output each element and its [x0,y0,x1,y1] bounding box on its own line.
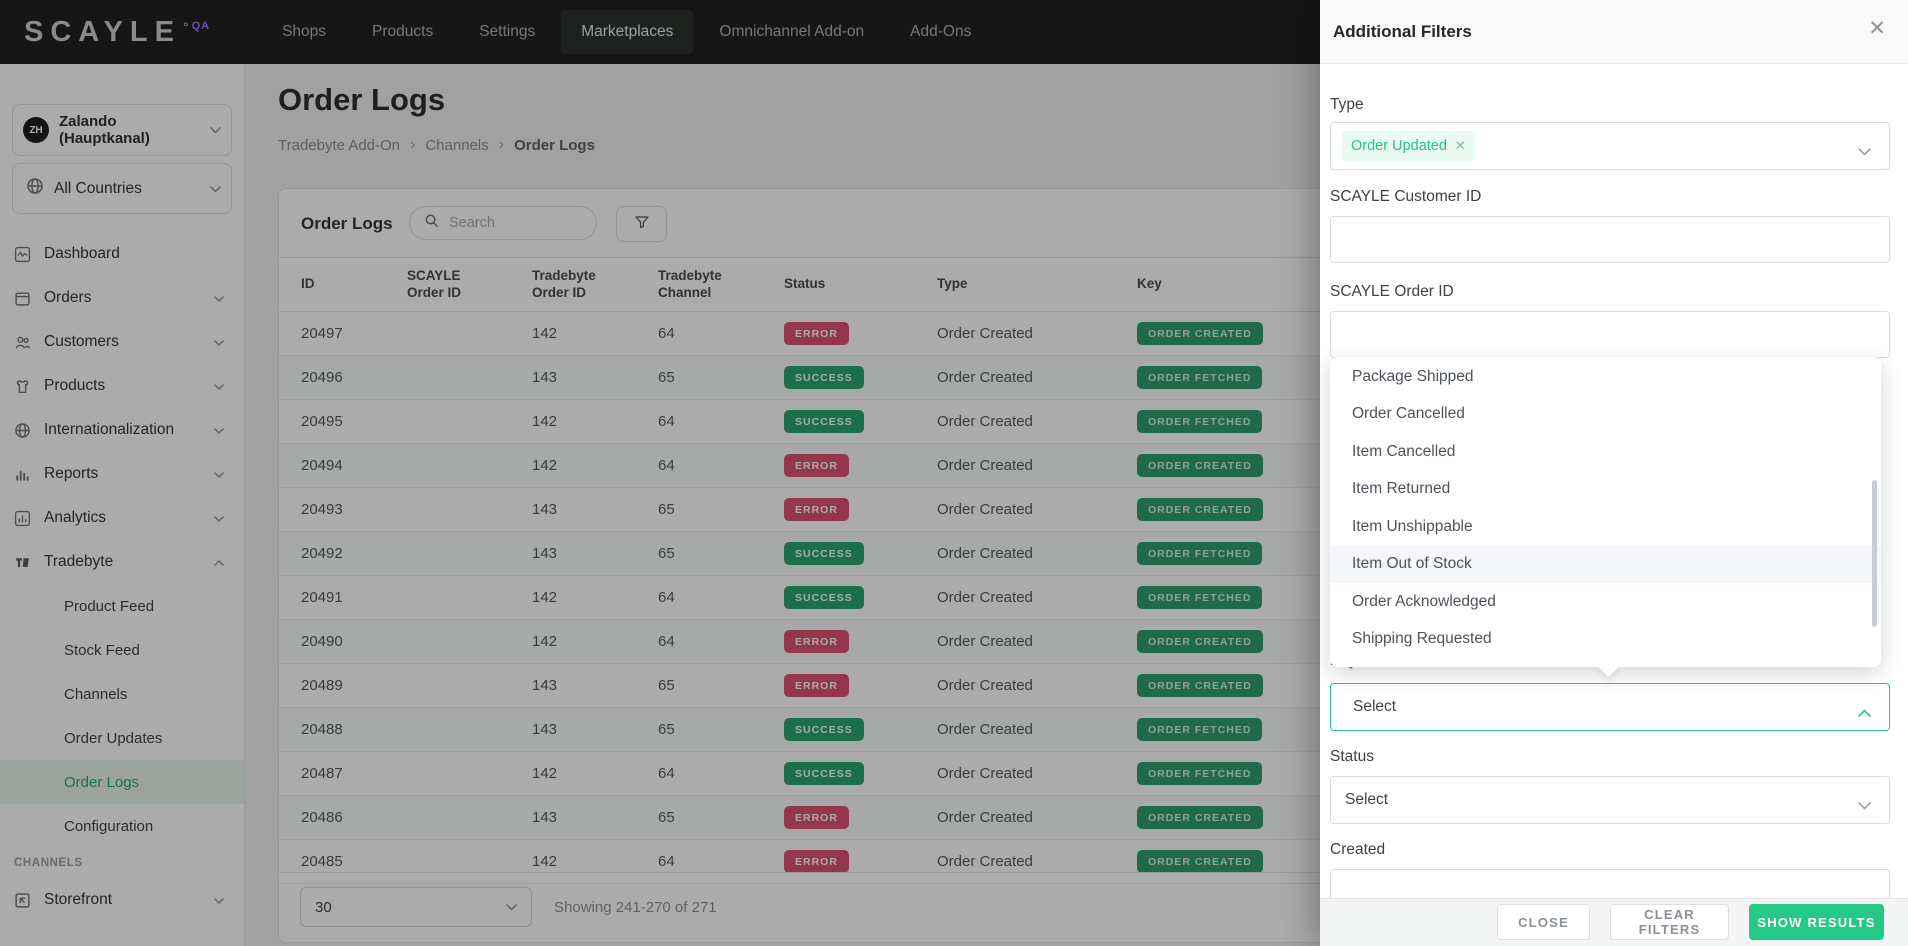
panel-title: Additional Filters [1333,22,1472,42]
customer-id-input[interactable] [1345,217,1862,264]
type-select[interactable]: Order Updated ✕ [1330,122,1890,170]
chip-remove-icon[interactable]: ✕ [1455,138,1466,154]
close-button[interactable]: CLOSE [1497,904,1590,940]
dropdown-option[interactable]: Order Cancelled [1330,396,1881,434]
created-label: Created [1330,841,1385,859]
dropdown-option[interactable]: Item Unshippable [1330,508,1881,546]
chevron-up-icon [1858,704,1871,722]
status-select[interactable]: Select [1330,776,1890,824]
order-id-label: SCAYLE Order ID [1330,283,1454,301]
close-icon[interactable]: ✕ [1868,18,1886,39]
app-root: SCAYLE ° QA Shops Products Settings Mark… [0,0,1908,946]
key-select-placeholder: Select [1353,698,1396,716]
additional-filters-panel: Additional Filters ✕ Type Order Updated … [1320,0,1908,946]
dropdown-scrollbar[interactable] [1872,480,1877,627]
panel-header: Additional Filters ✕ [1320,0,1908,64]
type-chip: Order Updated ✕ [1342,131,1475,161]
key-dropdown-options: Package Shipped Order Cancelled Item Can… [1330,358,1881,658]
dropdown-option[interactable]: Package Shipped [1330,358,1881,396]
show-results-button[interactable]: SHOW RESULTS [1749,904,1884,940]
customer-id-field[interactable] [1330,216,1890,263]
order-id-field[interactable] [1330,311,1890,358]
key-dropdown-popup: Package Shipped Order Cancelled Item Can… [1330,357,1881,667]
status-select-placeholder: Select [1345,791,1388,809]
clear-filters-button[interactable]: CLEAR FILTERS [1610,904,1729,940]
order-id-input[interactable] [1345,312,1862,359]
key-select[interactable]: Select [1330,683,1890,731]
dropdown-option[interactable]: Item Returned [1330,471,1881,509]
status-label: Status [1330,748,1374,766]
dropdown-option[interactable]: Item Out of Stock [1330,546,1881,584]
dropdown-option[interactable]: Shipping Requested [1330,621,1881,659]
panel-footer: CLOSE CLEAR FILTERS SHOW RESULTS [1320,898,1908,946]
type-label: Type [1330,96,1364,114]
dropdown-option[interactable]: Order Acknowledged [1330,583,1881,621]
type-chip-label: Order Updated [1351,138,1447,154]
chevron-down-icon [1858,797,1871,815]
chevron-down-icon [1858,143,1871,161]
customer-id-label: SCAYLE Customer ID [1330,188,1481,206]
dropdown-option[interactable]: Item Cancelled [1330,433,1881,471]
